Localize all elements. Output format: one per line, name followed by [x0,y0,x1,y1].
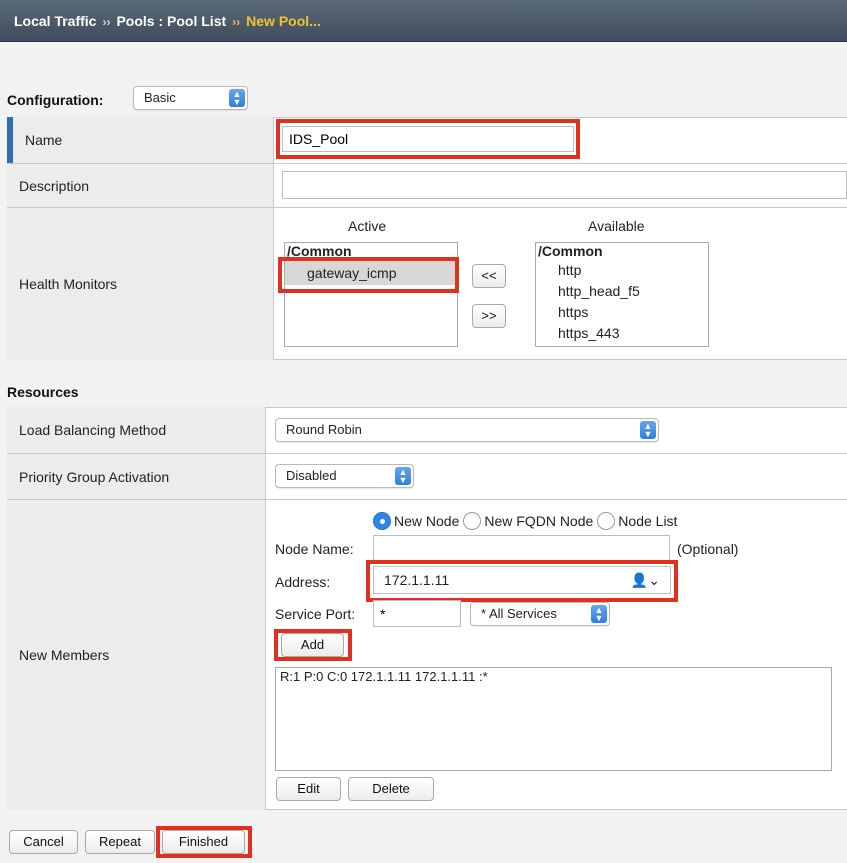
available-monitor-item[interactable]: https [536,302,708,323]
node-name-label: Node Name: [275,541,354,557]
breadcrumb-local-traffic[interactable]: Local Traffic [14,13,96,29]
member-entry[interactable]: R:1 P:0 C:0 172.1.1.11 172.1.1.11 :* [280,669,827,684]
radio-selected-icon [373,512,391,530]
highlight-finished-button [156,826,252,858]
available-monitors-list[interactable]: /Common http http_head_f5 https https_44… [535,242,709,347]
new-members-label: New Members [7,500,266,810]
lb-method-select[interactable]: Round Robin ▲ ▼ [275,418,659,442]
address-label: Address: [275,574,331,590]
highlight-active-monitor [278,257,459,293]
configuration-mode-value: Basic [144,90,176,105]
highlight-add-button [274,629,352,661]
optional-hint: (Optional) [677,541,739,557]
resources-title: Resources [7,384,79,400]
priority-group-select[interactable]: Disabled ▲ ▼ [275,464,414,488]
breadcrumb-pool-list[interactable]: Pools : Pool List [116,13,226,29]
select-arrows-icon: ▲ ▼ [591,605,607,623]
available-group-header: /Common [538,243,603,259]
service-port-input[interactable] [373,600,461,627]
repeat-button[interactable]: Repeat [85,830,155,854]
delete-member-button[interactable]: Delete [348,777,434,801]
configuration-label: Configuration: [7,92,104,108]
node-type-radio-group: New Node New FQDN Node Node List [373,512,681,530]
select-arrows-icon: ▲ ▼ [395,467,411,485]
priority-group-value: Disabled [286,468,337,483]
available-monitor-item[interactable]: https_443 [536,323,708,344]
available-monitors-header: Available [588,218,645,234]
available-monitor-item[interactable]: http_head_f5 [536,281,708,302]
node-name-input[interactable] [373,535,670,562]
service-port-label: Service Port: [275,606,356,622]
radio-unselected-icon [597,512,616,530]
description-label: Description [7,164,274,207]
edit-member-button[interactable]: Edit [276,777,341,801]
radio-new-node[interactable]: New Node [373,512,459,530]
move-left-button[interactable]: << [472,264,506,288]
breadcrumb-current-page: New Pool... [246,13,321,29]
cancel-button[interactable]: Cancel [9,830,78,854]
priority-group-row: Priority Group Activation [7,453,847,499]
select-arrows-icon: ▲ ▼ [229,89,245,107]
breadcrumb: Local Traffic ›› Pools : Pool List ›› New Po… [0,0,847,42]
lb-method-label: Load Balancing Method [7,407,266,453]
active-monitors-header: Active [348,218,387,234]
service-select[interactable]: * All Services ▲ ▼ [470,602,610,626]
members-list[interactable]: R:1 P:0 C:0 172.1.1.11 172.1.1.11 :* [275,667,832,771]
available-monitor-item[interactable]: http [536,260,708,281]
priority-group-label: Priority Group Activation [7,454,266,499]
configuration-mode-select[interactable]: Basic ▲ ▼ [133,86,248,110]
radio-new-fqdn-node[interactable]: New FQDN Node [463,512,593,530]
radio-node-list[interactable]: Node List [597,512,677,530]
select-arrows-icon: ▲ ▼ [640,421,656,439]
breadcrumb-separator: ›› [232,15,241,29]
lb-method-value: Round Robin [286,422,362,437]
name-label: Name [7,117,274,163]
highlight-address [366,560,678,602]
highlight-name [276,119,580,159]
service-select-value: * All Services [481,606,557,621]
description-input[interactable] [282,171,847,199]
radio-unselected-icon [463,512,482,530]
breadcrumb-separator: ›› [102,15,111,29]
health-monitors-label: Health Monitors [7,208,274,360]
move-right-button[interactable]: >> [472,304,506,328]
